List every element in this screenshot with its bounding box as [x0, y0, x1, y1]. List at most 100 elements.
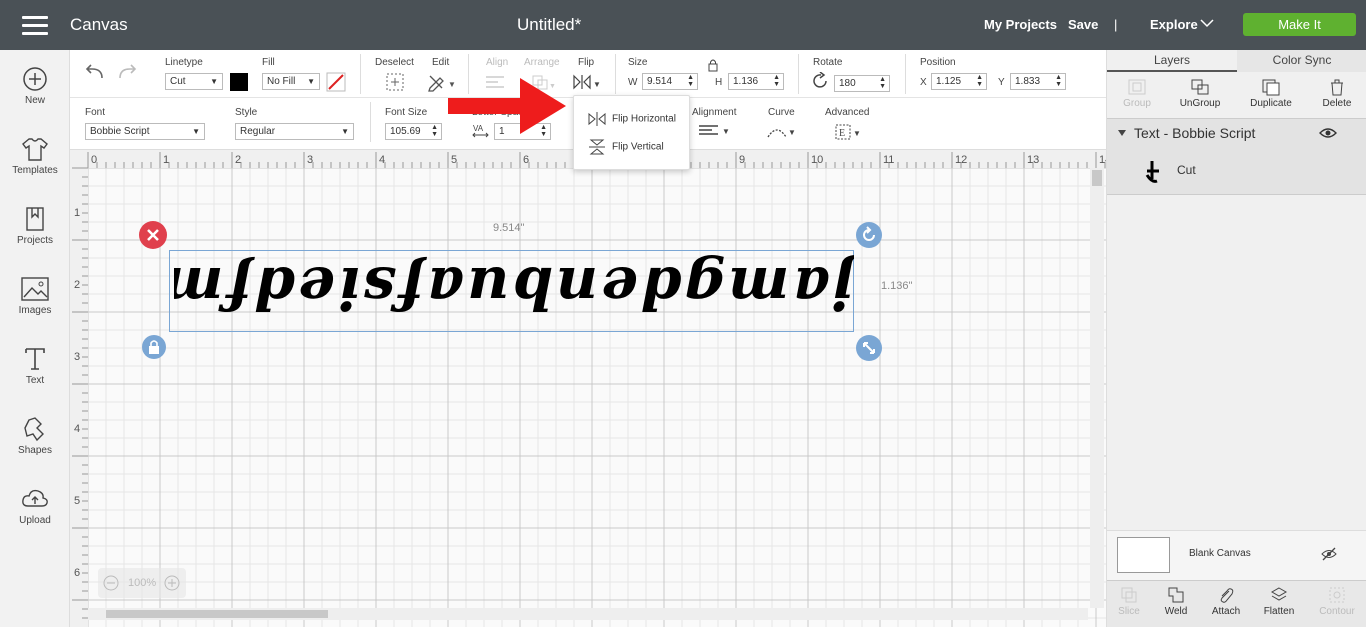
sidebar-item-projects[interactable]: Projects: [0, 206, 70, 246]
zoom-in-icon[interactable]: [164, 575, 180, 591]
sidebar-item-templates[interactable]: Templates: [0, 136, 70, 176]
horizontal-scrollbar[interactable]: [88, 608, 1088, 620]
x-label: X: [920, 77, 927, 88]
flip-vertical-option[interactable]: Flip Vertical: [588, 139, 664, 155]
vertical-scroll-thumb[interactable]: [1092, 170, 1102, 186]
topbar-divider: |: [1114, 17, 1118, 32]
font-select[interactable]: Bobbie Script ▼: [85, 123, 205, 140]
rotate-input[interactable]: 180 ▲ ▼: [834, 75, 890, 92]
svg-text:▼: ▼: [853, 129, 861, 138]
horizontal-scroll-thumb[interactable]: [106, 610, 328, 618]
ruler-left-label: 4: [74, 423, 80, 435]
tab-layers[interactable]: Layers: [1107, 50, 1237, 72]
eye-off-icon[interactable]: [1321, 547, 1337, 561]
left-sidebar: New Templates Projects Images Text Shape…: [0, 50, 70, 627]
attach-button[interactable]: Attach: [1196, 586, 1256, 617]
text-t-icon: [25, 348, 45, 370]
svg-text:▼: ▼: [593, 80, 601, 89]
linetype-color-swatch[interactable]: [230, 73, 248, 91]
duplicate-button[interactable]: Duplicate: [1241, 78, 1301, 109]
make-it-button[interactable]: Make It: [1243, 13, 1356, 36]
zoom-out-icon[interactable]: [103, 575, 119, 591]
lock-handle-icon[interactable]: [140, 333, 168, 361]
flip-icon[interactable]: ▼: [572, 72, 602, 92]
layer-subtitle: Cut: [1177, 163, 1196, 177]
group-button[interactable]: Group: [1107, 78, 1167, 109]
ruler-top-label: 6: [523, 154, 529, 166]
sidebar-item-new[interactable]: New: [0, 66, 70, 106]
shapes-icon: [24, 417, 44, 442]
layer-group[interactable]: Text - Bobbie Script Cut: [1107, 118, 1366, 195]
position-x-input[interactable]: 1.125 ▲ ▼: [931, 73, 987, 90]
chevron-down-icon[interactable]: [1200, 19, 1214, 28]
lock-icon[interactable]: [707, 58, 719, 72]
ungroup-icon: [1191, 79, 1209, 95]
font-size-input[interactable]: 105.69 ▲ ▼: [385, 123, 442, 140]
eye-icon[interactable]: [1319, 127, 1337, 139]
delete-handle-icon[interactable]: [138, 220, 168, 250]
layer-title: Text - Bobbie Script: [1134, 125, 1256, 141]
vertical-scrollbar[interactable]: [1090, 168, 1104, 608]
sidebar-item-shapes[interactable]: Shapes: [0, 416, 70, 456]
cloud-upload-icon: [22, 489, 48, 507]
explore-menu[interactable]: Explore: [1150, 17, 1198, 32]
text-object[interactable]: jamgdenbuafsiedfmeddvmd: [174, 243, 854, 333]
no-fill-swatch-icon[interactable]: [326, 72, 346, 92]
my-projects-link[interactable]: My Projects: [984, 17, 1057, 32]
flip-horizontal-icon: [588, 112, 606, 126]
flip-horizontal-option[interactable]: Flip Horizontal: [588, 111, 676, 127]
text-align-icon[interactable]: ▼: [698, 123, 732, 139]
right-panel: Layers Color Sync Group UnGroup Duplicat…: [1106, 50, 1366, 627]
contour-button[interactable]: Contour: [1307, 586, 1366, 617]
style-value: Regular: [240, 126, 276, 137]
height-readout: 1.136": [881, 280, 913, 292]
rotate-handle-icon[interactable]: [854, 220, 884, 250]
width-value: 9.514: [647, 76, 673, 87]
caret-down-icon[interactable]: [1117, 129, 1127, 137]
linetype-label: Linetype: [165, 57, 203, 68]
flatten-icon: [1270, 587, 1288, 601]
tab-color-sync[interactable]: Color Sync: [1237, 50, 1366, 72]
sidebar-item-images[interactable]: Images: [0, 276, 70, 316]
undo-icon[interactable]: [84, 64, 106, 80]
redo-icon[interactable]: [116, 64, 138, 80]
position-x-value: 1.125: [936, 76, 962, 87]
deselect-icon[interactable]: [385, 72, 405, 92]
style-select[interactable]: Regular ▼: [235, 123, 354, 140]
deselect-label: Deselect: [375, 57, 414, 68]
sidebar-item-label: Images: [18, 305, 52, 316]
toolbar-divider: [798, 54, 799, 94]
position-y-input[interactable]: 1.833 ▲ ▼: [1010, 73, 1066, 90]
flatten-button[interactable]: Flatten: [1249, 586, 1309, 617]
ruler-top-label: 2: [235, 154, 241, 166]
curve-icon[interactable]: ▼: [766, 123, 796, 141]
sidebar-item-label: Templates: [12, 165, 58, 176]
advanced-icon[interactable]: E ▼: [834, 123, 862, 141]
blank-canvas-label: Blank Canvas: [1189, 548, 1251, 559]
flatten-label: Flatten: [1263, 606, 1295, 617]
linetype-value: Cut: [170, 76, 186, 87]
svg-text:▼: ▼: [788, 128, 796, 137]
ungroup-label: UnGroup: [1179, 98, 1221, 109]
hamburger-menu-icon[interactable]: [22, 16, 48, 36]
flip-horizontal-label: Flip Horizontal: [612, 113, 676, 125]
height-input[interactable]: 1.136 ▲ ▼: [728, 73, 784, 90]
sidebar-item-upload[interactable]: Upload: [0, 486, 70, 526]
ungroup-button[interactable]: UnGroup: [1170, 78, 1230, 109]
edit-label: Edit: [432, 57, 450, 68]
design-canvas[interactable]: 01234567891011121314123456 9.514" 1.136"…: [70, 150, 1106, 627]
delete-button[interactable]: Delete: [1307, 78, 1366, 109]
sidebar-item-text[interactable]: Text: [0, 346, 70, 386]
canvas-color-swatch[interactable]: [1117, 537, 1170, 573]
width-input[interactable]: 9.514 ▲ ▼: [642, 73, 698, 90]
fill-select[interactable]: No Fill ▼: [262, 73, 320, 90]
contour-icon: [1329, 587, 1345, 603]
save-link[interactable]: Save: [1068, 17, 1098, 32]
blank-canvas-row: Blank Canvas: [1107, 530, 1366, 580]
resize-handle-icon[interactable]: [854, 333, 884, 363]
flip-dropdown-menu: Flip Horizontal Flip Vertical: [573, 95, 690, 170]
linetype-select[interactable]: Cut ▼: [165, 73, 223, 90]
style-label: Style: [235, 107, 258, 118]
svg-text:E: E: [839, 128, 845, 139]
font-label: Font: [85, 107, 106, 118]
